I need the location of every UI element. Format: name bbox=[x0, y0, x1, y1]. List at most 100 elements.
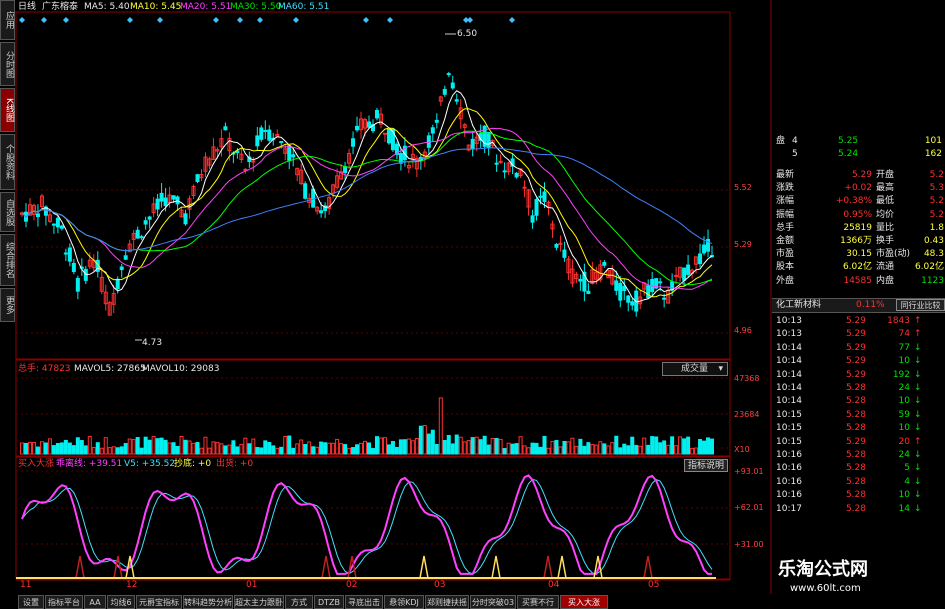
indicator-tab[interactable]: 买赛不行 bbox=[517, 595, 559, 609]
field-label: 振幅 bbox=[776, 209, 795, 220]
volume-bar bbox=[582, 445, 587, 455]
volume-bar bbox=[327, 442, 332, 455]
volume-bar bbox=[594, 444, 599, 455]
volume-bar bbox=[690, 447, 695, 455]
price-tick-mid: 5.29 bbox=[734, 240, 752, 249]
signal-triangle bbox=[419, 555, 429, 579]
volume-bar bbox=[558, 446, 563, 455]
indicator-tab[interactable]: 设置 bbox=[18, 595, 44, 609]
indicator-dropdown[interactable]: 成交量 ▾ bbox=[662, 362, 728, 376]
side-tab-watchlist[interactable]: 自选股 bbox=[0, 192, 15, 232]
volume-bar bbox=[438, 397, 443, 455]
volume-bar bbox=[283, 435, 288, 455]
candle-body bbox=[382, 132, 387, 135]
candle-body bbox=[119, 266, 124, 271]
volume-bar bbox=[107, 447, 112, 455]
volume-bar bbox=[127, 438, 132, 455]
volume-bar bbox=[654, 436, 659, 455]
indicator-help-button[interactable]: 指标说明 bbox=[684, 459, 728, 472]
watermark-title: 乐淘公式网 bbox=[778, 559, 868, 580]
side-tab-more[interactable]: 更多 bbox=[0, 288, 15, 322]
volume-bar bbox=[43, 442, 48, 455]
volume-bar bbox=[235, 446, 240, 455]
volume-bar bbox=[303, 443, 308, 455]
side-tab-profile[interactable]: 个股资料 bbox=[0, 134, 15, 190]
indicator-tab[interactable]: 分时突破03 bbox=[470, 595, 516, 609]
candle-body bbox=[386, 128, 391, 144]
arrow-up-icon: ↑ bbox=[914, 436, 922, 447]
volume-bar bbox=[151, 435, 156, 455]
volume-bar bbox=[578, 438, 583, 455]
volume-bar bbox=[406, 438, 411, 455]
compare-industry-button[interactable]: 同行业比较 bbox=[896, 299, 945, 311]
candle-body bbox=[343, 166, 348, 173]
tick-volume: 192 bbox=[892, 369, 910, 380]
candle-body bbox=[63, 252, 68, 255]
indicator-tab[interactable]: 方式 bbox=[285, 595, 313, 609]
candle-body bbox=[434, 119, 439, 123]
mavol5-value: MAVOL5: 27865 bbox=[74, 364, 146, 374]
signal-marker bbox=[19, 17, 25, 23]
candle-body bbox=[586, 290, 591, 295]
indicator-tab[interactable]: 指标平台 bbox=[45, 595, 83, 609]
indicator-tab[interactable]: 元爵宝指标 bbox=[136, 595, 182, 609]
candle-body bbox=[618, 283, 623, 301]
indicator-tab[interactable]: 超太主力跟卧 bbox=[234, 595, 284, 609]
signal-marker bbox=[467, 17, 473, 23]
candle-body bbox=[279, 141, 284, 144]
signal-triangle bbox=[557, 555, 567, 579]
candle-body bbox=[171, 195, 176, 200]
volume-bar bbox=[694, 447, 699, 455]
candle-body bbox=[630, 301, 635, 306]
signal-marker bbox=[63, 17, 69, 23]
candle-body bbox=[319, 210, 324, 214]
tick-time: 10:15 bbox=[776, 409, 802, 420]
indicator-tab[interactable]: 寻底出击 bbox=[345, 595, 383, 609]
orderbook-level: 5 bbox=[792, 149, 798, 159]
arrow-up-icon: ↑ bbox=[914, 316, 922, 326]
volume-bar bbox=[103, 437, 108, 455]
indicator-tab[interactable]: 买入大涨 bbox=[560, 595, 608, 609]
x-month-label: 12 bbox=[126, 580, 138, 590]
side-tab-apps[interactable]: 应用 bbox=[0, 0, 15, 40]
side-tab-timeshare[interactable]: 分时图 bbox=[0, 42, 15, 86]
field-label: 开盘 bbox=[876, 170, 895, 180]
arrow-down-icon: ↓ bbox=[914, 383, 922, 393]
candle-body bbox=[674, 274, 679, 277]
volume-bar bbox=[155, 438, 160, 455]
chevron-down-icon: ▾ bbox=[718, 364, 723, 374]
volume-bar bbox=[382, 437, 387, 455]
volume-bar bbox=[207, 447, 212, 455]
indicator-tab[interactable]: 转科趋势分析 bbox=[183, 595, 233, 609]
tick-volume: 24 bbox=[898, 383, 910, 393]
tick-time: 10:15 bbox=[776, 423, 802, 434]
arrow-down-icon: ↓ bbox=[914, 396, 922, 407]
candle-body bbox=[255, 135, 260, 147]
tick-time: 10:17 bbox=[776, 503, 802, 514]
volume-bar bbox=[570, 437, 575, 455]
indicator-tab[interactable]: 均线6 bbox=[107, 595, 135, 609]
candle-body bbox=[538, 195, 543, 198]
volume-bar bbox=[454, 434, 459, 455]
side-tab-ranking[interactable]: 综合排名 bbox=[0, 234, 15, 286]
volume-bar bbox=[378, 437, 383, 455]
tick-volume: 1843 bbox=[887, 316, 910, 326]
candle-body bbox=[115, 278, 120, 289]
signal-marker bbox=[509, 17, 515, 23]
indicator-tab[interactable]: 悬领KDJ bbox=[384, 595, 424, 609]
indicator-tab[interactable]: DTZB bbox=[314, 595, 344, 609]
side-tab-kline[interactable]: K线图 bbox=[0, 88, 15, 132]
volume-bar bbox=[119, 446, 124, 455]
field-value: 5.2 bbox=[929, 209, 944, 220]
candle-body bbox=[67, 247, 72, 262]
indicator-tab[interactable]: 郑则捷扶摇 bbox=[425, 595, 469, 609]
x-month-label: 01 bbox=[246, 580, 258, 590]
ma20-value: MA20: 5.51 bbox=[180, 2, 232, 12]
period-label[interactable]: 日线 bbox=[18, 2, 36, 13]
volume-bar bbox=[538, 446, 543, 455]
ma10-value: MA10: 5.45 bbox=[130, 2, 182, 12]
tick-volume: 59 bbox=[898, 409, 910, 420]
tick-price: 5.28 bbox=[845, 423, 866, 434]
volume-bar bbox=[554, 440, 559, 455]
indicator-tab[interactable]: AA bbox=[84, 595, 106, 609]
